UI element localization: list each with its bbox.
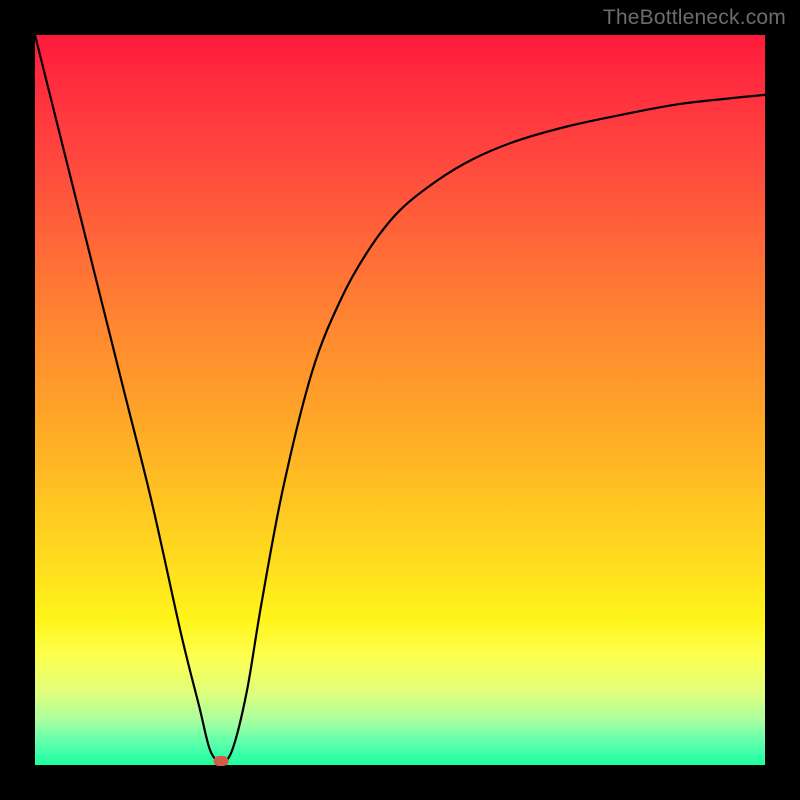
- plot-area: [35, 35, 765, 765]
- watermark-text: TheBottleneck.com: [603, 6, 786, 30]
- chart-frame: TheBottleneck.com: [0, 0, 800, 800]
- optimal-point-marker: [214, 756, 229, 766]
- bottleneck-curve: [35, 35, 765, 765]
